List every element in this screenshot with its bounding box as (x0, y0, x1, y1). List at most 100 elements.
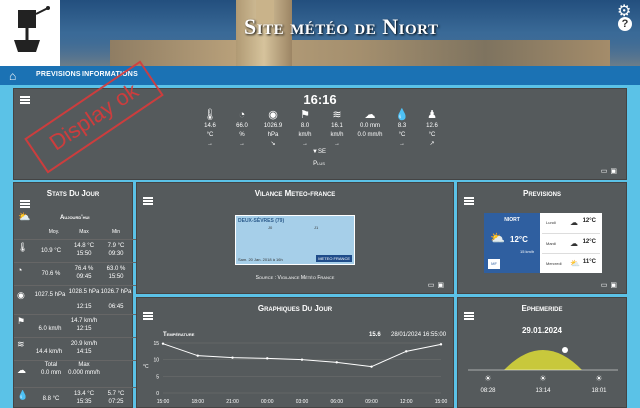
stats-title: Stats Du Jour (46, 189, 100, 198)
metric-value: 66.0 (236, 123, 248, 129)
day-temp: 11°C (582, 259, 596, 265)
sunrise-icon: ☀ (484, 374, 492, 383)
menu-icon[interactable] (143, 312, 153, 320)
cell-max: 14.7 km/h (70, 318, 98, 324)
vigilance-map[interactable]: DEUX-SÈVRES (79) J0 J1 Sam. 20 Jan. 2018… (235, 215, 355, 265)
wind-icon: ⚑ (300, 109, 310, 121)
cell-moy: 14.4 km/h (35, 349, 63, 355)
cloud-icon: ☁ (570, 218, 578, 227)
menu-icon[interactable] (464, 312, 474, 320)
table-row: ⚑ 6.0 km/h 14.7 km/h 12:15 (14, 314, 136, 336)
metric-wind: ⚑ 8.0 km/h → (291, 108, 319, 149)
dewpoint-icon: 💧 (395, 109, 409, 121)
site-logo[interactable] (0, 0, 60, 66)
previsions-title: Previsions (522, 189, 561, 198)
city-skyline (110, 40, 610, 66)
ephemeride-title: Ephemeride (521, 304, 563, 313)
day-name: Mardi (546, 241, 557, 246)
vigilance-date: Sam. 20 Jan. 2018 à 16h (238, 257, 283, 262)
vigilance-title: Vilance Meteo-france (254, 189, 336, 198)
series-title: Température (163, 332, 195, 338)
panel-tools[interactable]: ▭▣ (428, 281, 447, 289)
nav-item-previsions[interactable]: PREVISIONS (36, 71, 81, 78)
home-icon[interactable]: ⌂ (9, 69, 16, 83)
humidity-icon: ◔ (17, 265, 23, 275)
panel-tools[interactable]: ▭▣ (601, 167, 620, 175)
x-tick-label: 03:00 (296, 399, 309, 405)
table-row: 💧 8.8 °C 13.4 °C 15:35 5.7 °C 07:25 (14, 387, 136, 408)
feels-like-icon: ♟ (427, 109, 437, 121)
thermometer-icon: 🌡 (203, 109, 217, 121)
cell-label: Max (78, 362, 90, 368)
metric-humidity: ◔ 66.0 % → (228, 108, 256, 149)
data-point (335, 361, 338, 364)
metric-unit: km/h (298, 132, 312, 138)
wind-direction: ▼SE (312, 149, 326, 155)
vigilance-caption: Source : Vigilance Météo France (255, 275, 335, 281)
cell-max-time: 09:45 (76, 274, 92, 280)
forecast-day: Lundi ☁ 12°C (542, 213, 600, 233)
vigilance-j1: J1 (314, 225, 319, 230)
cell-moy: 8.8 °C (42, 396, 60, 402)
forecast-day: Mercredi ⛅ 11°C (542, 253, 600, 273)
x-tick-label: 15:00 (435, 399, 448, 405)
metric-temperature: 🌡 14.6 °C → (196, 108, 224, 149)
col-header: Moy. (48, 229, 60, 235)
cell-moy: 1027.5 hPa (34, 292, 66, 298)
cell-moy: 6.0 km/h (38, 326, 62, 332)
noon-icon: ☀ (539, 374, 547, 383)
menu-icon[interactable] (143, 197, 153, 205)
data-point (161, 342, 165, 345)
ephemeride-date: 29.01.2024 (521, 326, 563, 335)
scrollbar[interactable] (632, 85, 640, 408)
forecast-wind: 15 km/h (520, 249, 535, 254)
panel-tools[interactable]: ▭▣ (601, 281, 620, 289)
cell-max: 13.4 °C (73, 391, 95, 397)
meteo-france-logo: METEO FRANCE (316, 255, 352, 262)
forecast-current: NIORT ⛅ 12°C 15 km/h MF (484, 213, 540, 273)
y-tick-label: 0 (156, 391, 159, 397)
metric-value: 0.0 mm (359, 123, 380, 129)
vigilance-dept: DEUX-SÈVRES (79) (238, 218, 285, 224)
metric-unit: % (239, 132, 245, 138)
metric-unit: hPa (267, 132, 279, 138)
metric-unit: °C (428, 132, 436, 138)
table-row: ≋ 14.4 km/h 20.9 km/h 14:15 (14, 337, 136, 359)
help-icon[interactable]: ? (618, 17, 632, 31)
day-temp: 12°C (582, 239, 596, 245)
metric-gust: ≋ 16.1 km/h → (323, 108, 351, 149)
x-tick-label: 09:00 (365, 399, 378, 405)
cell-min: 7.9 °C (107, 243, 125, 249)
table-row: ◉ 1027.5 hPa 1028.5 hPa 12:15 1026.7 hPa… (14, 285, 136, 313)
temperature-series-line (162, 343, 442, 368)
previsions-panel: Previsions NIORT ⛅ 12°C 15 km/h MF Lundi… (457, 182, 627, 294)
metric-feels-like: ♟ 12.6 °C ↗ (418, 108, 446, 149)
metric-unit: 0.0 mm/h (357, 132, 383, 138)
metric-dewpoint: 💧 8.3 °C → (388, 108, 416, 149)
temperature-chart[interactable]: 15 10 5 0 15:00 18:00 21:00 00:00 03:00 06:00 09:0… (137, 339, 455, 408)
y-tick-label: 15 (153, 341, 159, 347)
metric-value: 14.6 (204, 123, 216, 129)
humidity-icon: ◔ (238, 109, 246, 121)
sun-arc (468, 347, 618, 371)
plus-link[interactable]: Plus (309, 161, 329, 167)
data-point (196, 354, 199, 357)
day-name: Mercredi (546, 261, 562, 266)
wind-icon: ⚑ (17, 316, 26, 326)
menu-icon[interactable] (464, 197, 474, 205)
stats-subtitle: Aujourd'hui (60, 215, 90, 221)
x-tick-label: 18:00 (191, 399, 204, 405)
cell-max-time: 14:15 (76, 349, 92, 355)
menu-icon[interactable] (20, 200, 30, 208)
metric-value: 1026.9 (263, 123, 283, 129)
forecast-temp: 12°C (510, 235, 528, 244)
forecast-widget[interactable]: NIORT ⛅ 12°C 15 km/h MF Lundi ☁ 12°C Mar… (484, 213, 602, 273)
y-tick-label: 10 (153, 358, 159, 364)
sunset-icon: ☀ (595, 374, 603, 383)
cell-moy: 70.6 % (41, 271, 61, 277)
cell-moy: 0.0 mm (40, 370, 61, 376)
metric-value: 8.3 (397, 123, 407, 129)
data-point (300, 358, 304, 361)
cell-min: 5.7 °C (107, 391, 125, 397)
cell-max-time: 15:35 (76, 399, 92, 405)
